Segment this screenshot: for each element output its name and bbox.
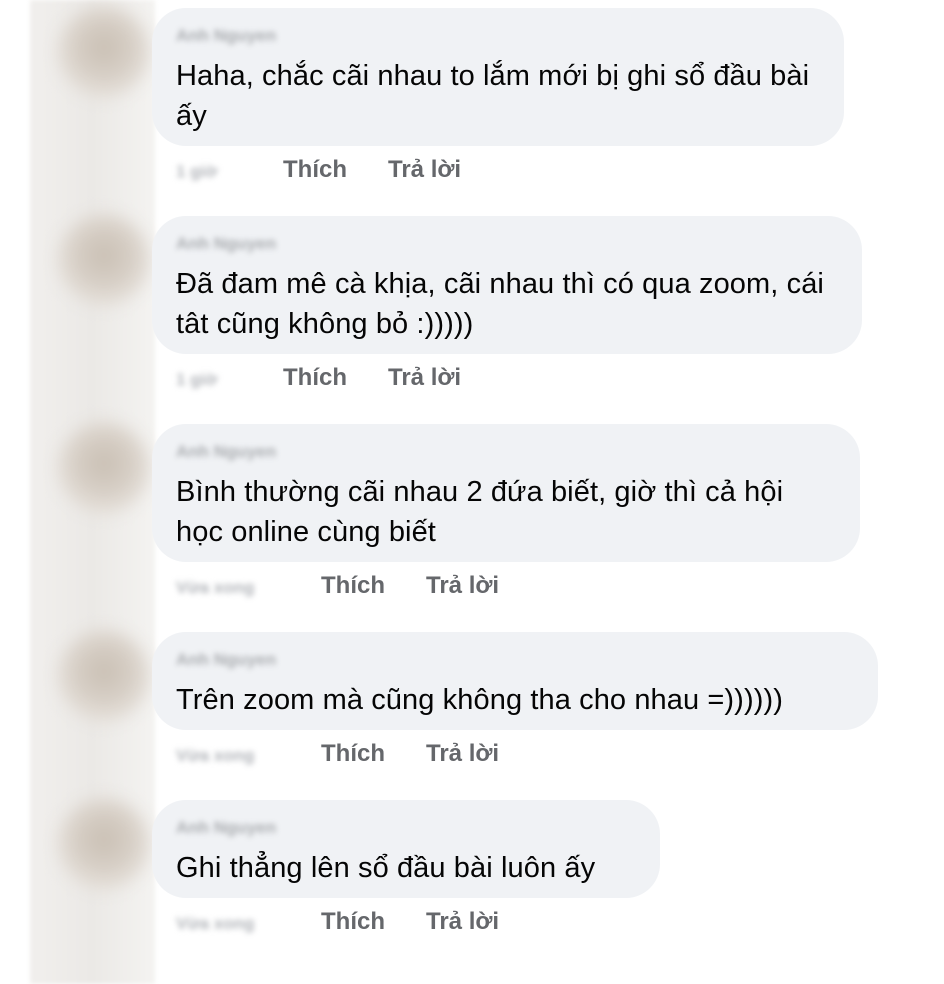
comment-actions: Vừa xong Thích Trả lời bbox=[152, 572, 860, 612]
like-button[interactable]: Thích bbox=[283, 364, 347, 392]
reply-button[interactable]: Trả lời bbox=[388, 364, 461, 392]
reply-button[interactable]: Trả lời bbox=[426, 572, 499, 600]
comment-bubble: Anh Nguyen Trên zoom mà cũng không tha c… bbox=[152, 632, 878, 730]
avatar[interactable] bbox=[58, 630, 150, 722]
comment-timestamp[interactable]: Vừa xong bbox=[176, 914, 254, 934]
comment-timestamp[interactable]: 1 giờ bbox=[176, 370, 217, 390]
comment-item: Anh Nguyen Trên zoom mà cũng không tha c… bbox=[152, 632, 878, 780]
comment-text: Ghi thẳng lên sổ đầu bài luôn ấy bbox=[176, 852, 596, 884]
comment-author[interactable]: Anh Nguyen bbox=[176, 650, 854, 670]
avatar[interactable] bbox=[58, 798, 150, 890]
comment-actions: Vừa xong Thích Trả lời bbox=[152, 740, 878, 780]
like-button[interactable]: Thích bbox=[321, 908, 385, 936]
comment-text: Đã đam mê cà khịa, cãi nhau thì có qua z… bbox=[176, 268, 824, 340]
comment-bubble: Anh Nguyen Bình thường cãi nhau 2 đứa bi… bbox=[152, 424, 860, 562]
comment-author[interactable]: Anh Nguyen bbox=[176, 26, 820, 46]
comment-thread: Anh Nguyen Haha, chắc cãi nhau to lắm mớ… bbox=[0, 0, 944, 984]
comment-item: Anh Nguyen Haha, chắc cãi nhau to lắm mớ… bbox=[152, 8, 844, 196]
like-button[interactable]: Thích bbox=[321, 740, 385, 768]
reply-button[interactable]: Trả lời bbox=[426, 908, 499, 936]
comment-item: Anh Nguyen Đã đam mê cà khịa, cãi nhau t… bbox=[152, 216, 862, 404]
avatar[interactable] bbox=[58, 6, 150, 98]
reply-button[interactable]: Trả lời bbox=[388, 156, 461, 184]
comment-author[interactable]: Anh Nguyen bbox=[176, 818, 636, 838]
comment-timestamp[interactable]: 1 giờ bbox=[176, 162, 217, 182]
comment-actions: 1 giờ Thích Trả lời bbox=[152, 364, 862, 404]
avatar[interactable] bbox=[58, 422, 150, 514]
comment-timestamp[interactable]: Vừa xong bbox=[176, 578, 254, 598]
comment-bubble: Anh Nguyen Đã đam mê cà khịa, cãi nhau t… bbox=[152, 216, 862, 354]
comment-text: Bình thường cãi nhau 2 đứa biết, giờ thì… bbox=[176, 476, 784, 548]
comment-actions: Vừa xong Thích Trả lời bbox=[152, 908, 660, 948]
comment-text: Haha, chắc cãi nhau to lắm mới bị ghi sổ… bbox=[176, 60, 810, 132]
comment-author[interactable]: Anh Nguyen bbox=[176, 234, 838, 254]
comment-actions: 1 giờ Thích Trả lời bbox=[152, 156, 844, 196]
comment-bubble: Anh Nguyen Ghi thẳng lên sổ đầu bài luôn… bbox=[152, 800, 660, 898]
comment-author[interactable]: Anh Nguyen bbox=[176, 442, 836, 462]
like-button[interactable]: Thích bbox=[321, 572, 385, 600]
comment-text: Trên zoom mà cũng không tha cho nhau =))… bbox=[176, 684, 783, 716]
comment-bubble: Anh Nguyen Haha, chắc cãi nhau to lắm mớ… bbox=[152, 8, 844, 146]
like-button[interactable]: Thích bbox=[283, 156, 347, 184]
reply-button[interactable]: Trả lời bbox=[426, 740, 499, 768]
avatar[interactable] bbox=[58, 214, 150, 306]
comment-item: Anh Nguyen Ghi thẳng lên sổ đầu bài luôn… bbox=[152, 800, 660, 948]
comment-item: Anh Nguyen Bình thường cãi nhau 2 đứa bi… bbox=[152, 424, 860, 612]
comment-timestamp[interactable]: Vừa xong bbox=[176, 746, 254, 766]
